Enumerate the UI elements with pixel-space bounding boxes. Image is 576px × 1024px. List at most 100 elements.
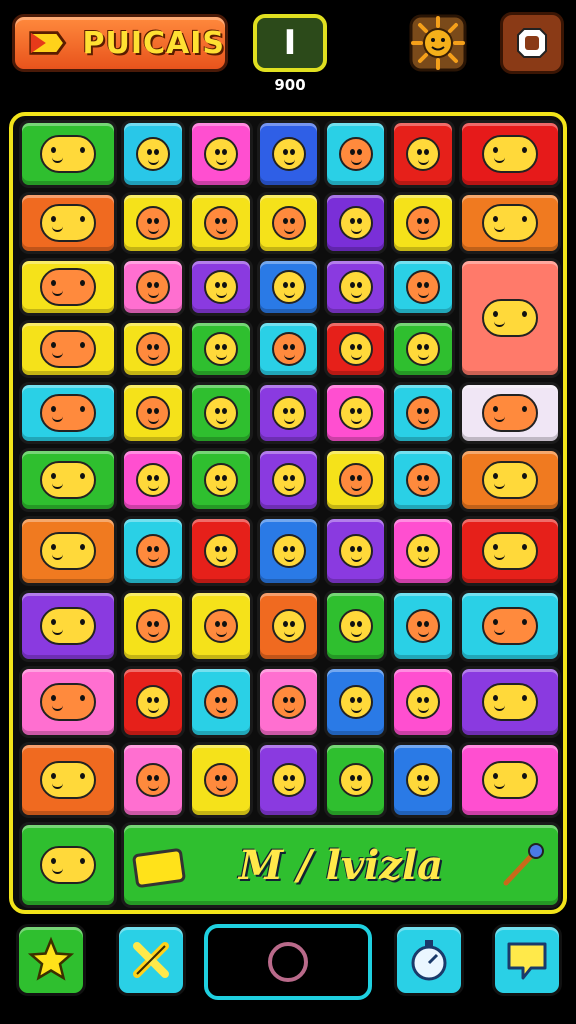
bird-icon	[338, 270, 373, 304]
tile-leaf[interactable]	[19, 666, 117, 738]
tile-hat-face[interactable]	[257, 320, 320, 378]
tile-white-cat[interactable]	[324, 320, 387, 378]
tile-radio[interactable]	[19, 192, 117, 254]
candy-icon	[204, 685, 238, 719]
tile-red-face[interactable]	[257, 448, 320, 512]
tile-popsicle[interactable]	[121, 590, 185, 662]
tile-pen[interactable]	[189, 590, 253, 662]
tile-ticket[interactable]	[459, 742, 561, 818]
tile-red-face[interactable]	[189, 320, 253, 378]
tile-cat-face[interactable]	[257, 192, 320, 254]
tile-shark[interactable]	[459, 448, 561, 512]
tile-hand[interactable]	[19, 320, 117, 378]
eraser-icon	[406, 206, 440, 240]
level-banner[interactable]: M / lvizla	[121, 822, 561, 908]
title-button[interactable]: PUICAIS	[12, 14, 228, 72]
tile-whale[interactable]	[19, 382, 117, 444]
toy-car-icon	[482, 394, 538, 432]
tile-magnifier[interactable]	[121, 742, 185, 818]
game-title: PUICAIS	[82, 25, 225, 61]
tile-eraser[interactable]	[391, 192, 455, 254]
star-button[interactable]	[16, 924, 86, 996]
cat-face-icon	[136, 206, 170, 240]
tools-icon	[133, 942, 169, 978]
level-indicator: I	[253, 14, 327, 72]
tile-apple[interactable]	[391, 666, 455, 738]
tile-juice[interactable]	[391, 590, 455, 662]
tile-gear[interactable]	[257, 382, 320, 444]
tile-bird[interactable]	[324, 258, 387, 316]
tile-monster[interactable]	[121, 516, 185, 586]
tile-tree[interactable]	[257, 590, 320, 662]
tile-chick[interactable]	[324, 382, 387, 444]
tile-device[interactable]	[391, 320, 455, 378]
tile-star-blob[interactable]	[391, 516, 455, 586]
chick-icon	[204, 463, 238, 497]
hand-icon	[40, 330, 96, 368]
tile-bread[interactable]	[391, 448, 455, 512]
tile-fire-face[interactable]	[121, 320, 185, 378]
tile-fox[interactable]	[19, 516, 117, 586]
tile-flame[interactable]	[189, 516, 253, 586]
tile-crayon[interactable]	[324, 192, 387, 254]
menu-button[interactable]	[500, 12, 564, 74]
tile-balloon[interactable]	[391, 120, 455, 188]
tile-pumpkin-face[interactable]	[391, 742, 455, 818]
tile-mug[interactable]	[459, 590, 561, 662]
tile-bug[interactable]	[189, 382, 253, 444]
tile-chick[interactable]	[189, 448, 253, 512]
red-face-icon	[406, 396, 440, 430]
tile-potion[interactable]	[324, 742, 387, 818]
tile-smile-face[interactable]	[324, 120, 387, 188]
chat-button[interactable]	[492, 924, 562, 996]
blue-ball-icon	[136, 463, 170, 497]
juice-icon	[406, 609, 440, 643]
tile-toy-car[interactable]	[459, 382, 561, 444]
tile-bird[interactable]	[257, 666, 320, 738]
center-slot[interactable]	[204, 924, 372, 1000]
tile-strawberry[interactable]	[189, 192, 253, 254]
tile-shoe[interactable]	[459, 258, 561, 378]
tile-sun-face[interactable]	[189, 742, 253, 818]
tile-crystal[interactable]	[121, 258, 185, 316]
tile-pencil[interactable]	[324, 666, 387, 738]
tile-fish[interactable]	[19, 448, 117, 512]
tile-cat-face[interactable]	[257, 258, 320, 316]
tile-lemon[interactable]	[324, 590, 387, 662]
tile-fish[interactable]	[19, 120, 117, 188]
elephant-icon	[40, 761, 96, 799]
game-board: M / lvizla	[9, 112, 567, 914]
tile-smile-face[interactable]	[391, 258, 455, 316]
tile-blue-ball[interactable]	[121, 448, 185, 512]
level-value: I	[283, 23, 297, 63]
tile-red-face[interactable]	[257, 120, 320, 188]
tile-palm[interactable]	[19, 590, 117, 662]
tile-dolphin[interactable]	[19, 822, 117, 908]
timer-button[interactable]	[394, 924, 464, 996]
tile-sparkle-face[interactable]	[459, 120, 561, 188]
tile-egg-face[interactable]	[324, 516, 387, 586]
tile-cat-face[interactable]	[189, 120, 253, 188]
fish-icon	[40, 461, 96, 499]
tile-red-face[interactable]	[391, 382, 455, 444]
tile-cat-face[interactable]	[121, 192, 185, 254]
tile-candy[interactable]	[189, 666, 253, 738]
tile-elephant[interactable]	[19, 742, 117, 818]
radio-icon	[40, 204, 96, 242]
pencil-icon	[338, 685, 373, 719]
tools-button[interactable]	[116, 924, 186, 996]
tile-creature[interactable]	[121, 120, 185, 188]
tile-tools[interactable]	[19, 258, 117, 316]
tile-lion-face[interactable]	[459, 516, 561, 586]
lion-face-icon	[482, 532, 538, 570]
tile-cat-face[interactable]	[121, 666, 185, 738]
tile-purple-face[interactable]	[189, 258, 253, 316]
tile-robot[interactable]	[257, 516, 320, 586]
sun-icon[interactable]	[407, 12, 469, 74]
bird-icon	[271, 685, 306, 719]
tile-meter[interactable]	[459, 666, 561, 738]
tile-green-face[interactable]	[324, 448, 387, 512]
tile-camera[interactable]	[459, 192, 561, 254]
tile-frog[interactable]	[121, 382, 185, 444]
tile-pencil[interactable]	[257, 742, 320, 818]
